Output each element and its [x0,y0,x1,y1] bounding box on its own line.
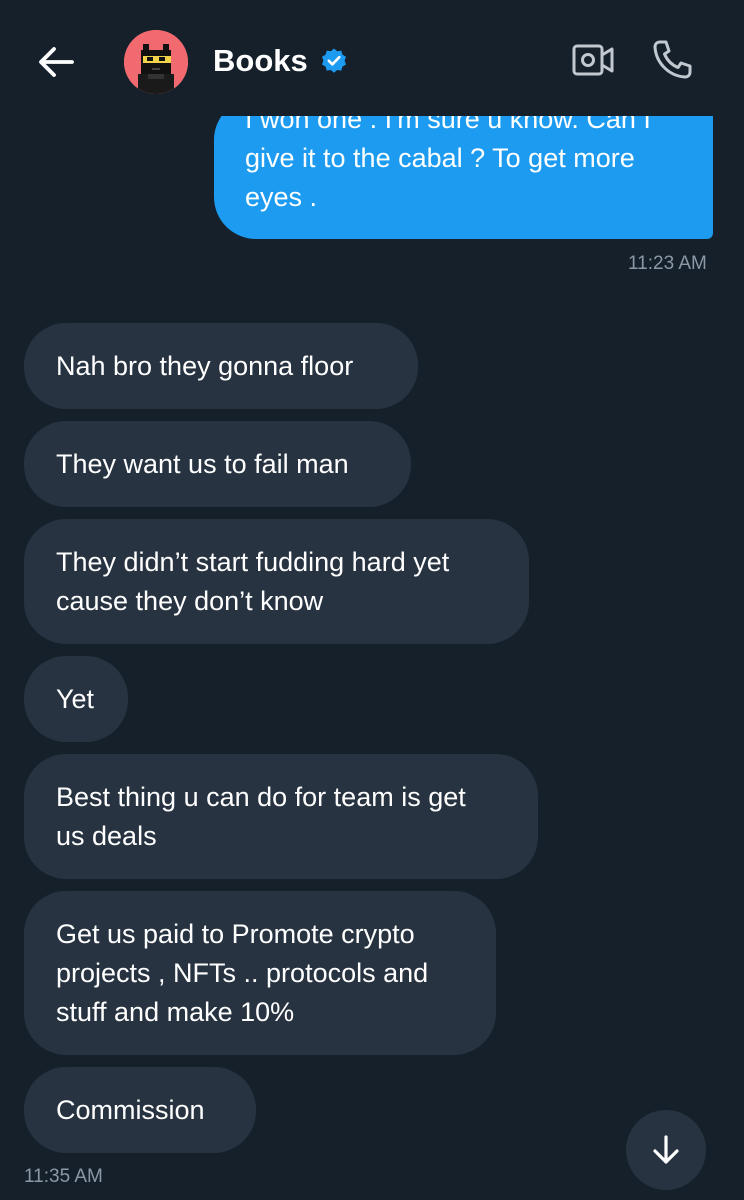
message-timestamp: 11:35 AM [24,1166,103,1187]
received-message-bubble[interactable]: Nah bro they gonna floor [24,323,418,409]
sent-message-bubble[interactable]: I won one . I'm sure u know. Can I give … [214,98,713,239]
video-call-button[interactable] [570,40,616,80]
arrow-left-icon [39,47,74,77]
message-timestamp: 11:23 AM [628,253,707,274]
arrow-down-icon [653,1135,679,1164]
received-message-bubble[interactable]: They didn’t start fudding hard yet cause… [24,519,529,644]
message-text: They want us to fail man [56,448,349,479]
video-camera-icon [572,44,614,76]
message-text: Commission [56,1094,205,1125]
conversation-title[interactable]: Books [213,42,308,80]
voice-call-button[interactable] [650,38,694,82]
message-text: They didn’t start fudding hard yet cause… [56,546,450,616]
phone-icon [653,40,692,79]
scroll-to-bottom-button[interactable] [626,1110,706,1190]
avatar[interactable] [124,30,188,94]
message-text: I won one . I'm sure u know. Can I give … [245,104,651,212]
message-text: Nah bro they gonna floor [56,350,354,381]
received-message-bubble[interactable]: Best thing u can do for team is get us d… [24,754,538,879]
received-message-bubble[interactable]: Get us paid to Promote crypto projects ,… [24,891,496,1055]
verified-badge-icon [322,48,346,73]
received-message-bubble[interactable]: They want us to fail man [24,421,411,507]
back-button[interactable] [34,40,78,84]
pixel-character-avatar-icon [124,30,188,94]
message-text: Best thing u can do for team is get us d… [56,781,466,851]
conversation-header: Books [0,0,744,116]
message-text: Yet [56,683,95,714]
message-text: Get us paid to Promote crypto projects ,… [56,918,429,1027]
received-message-bubble[interactable]: Yet [24,656,128,742]
received-message-bubble[interactable]: Commission [24,1067,256,1153]
